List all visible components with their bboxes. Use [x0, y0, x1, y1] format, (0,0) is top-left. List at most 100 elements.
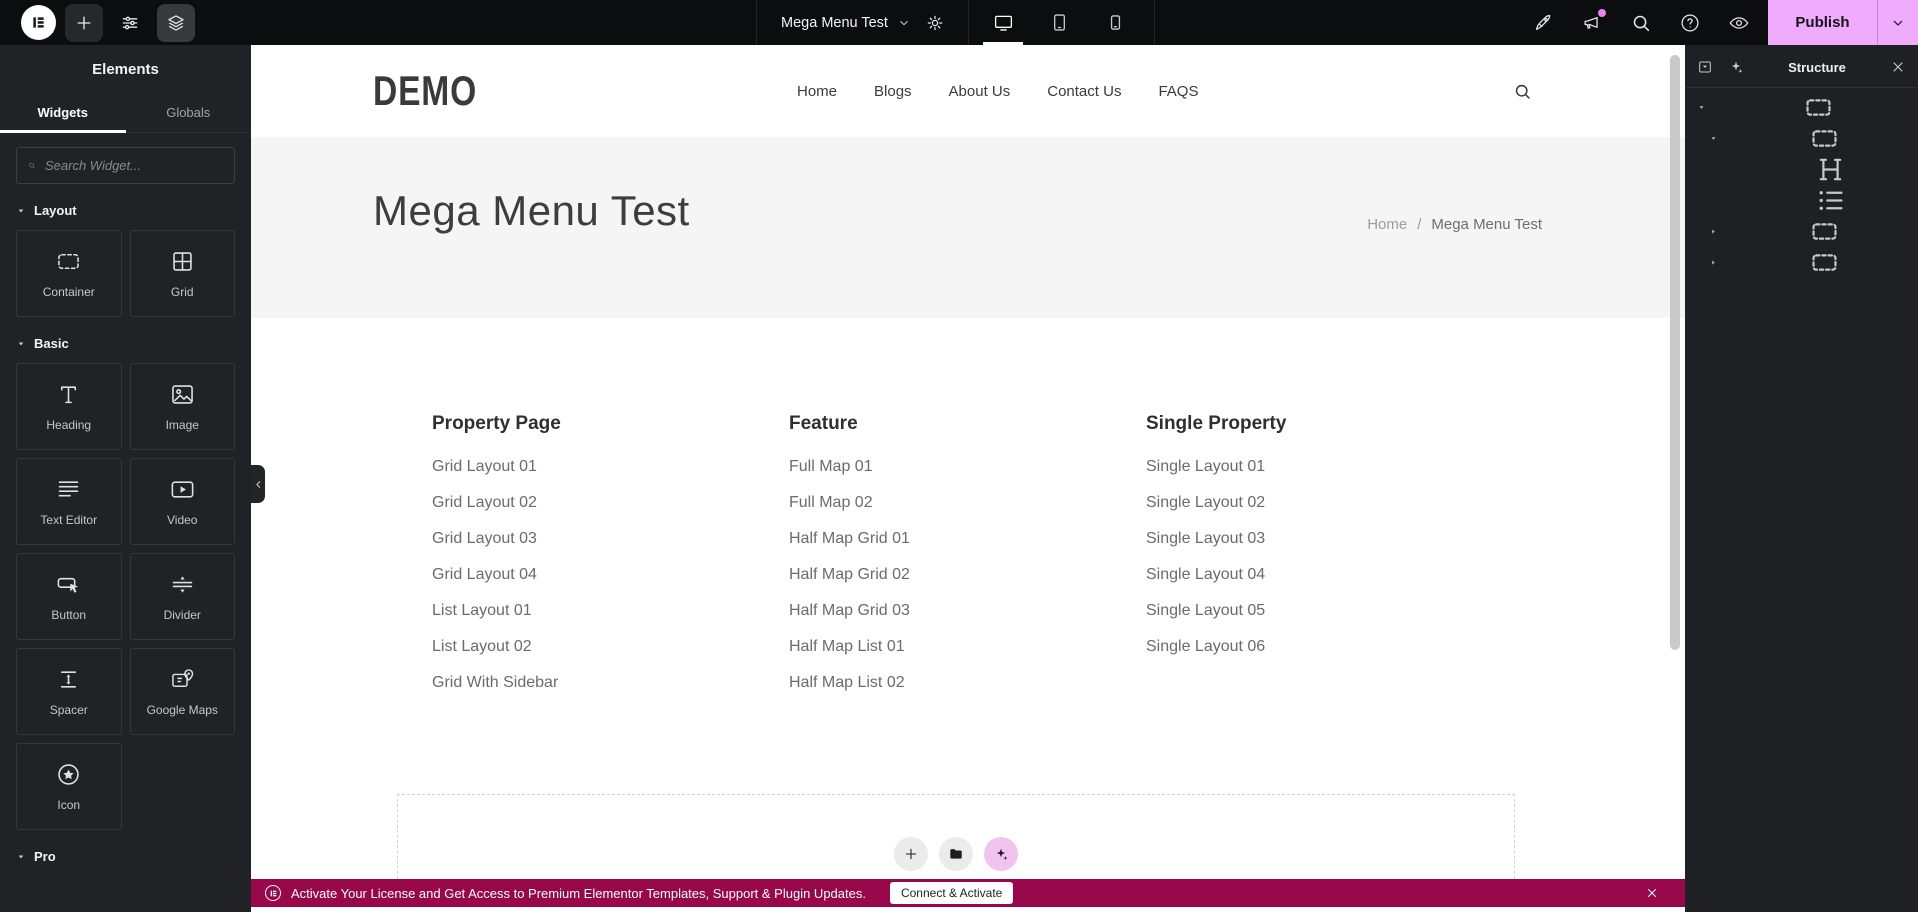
- desktop-icon: [993, 12, 1014, 33]
- section-header-layout[interactable]: Layout: [16, 203, 235, 218]
- widget-card-grid[interactable]: Grid: [130, 230, 236, 317]
- mega-menu-item-grid-with-sidebar[interactable]: Grid With Sidebar: [432, 665, 789, 701]
- document-switcher[interactable]: Mega Menu Test: [766, 0, 926, 45]
- mega-menu-item-single-layout-05[interactable]: Single Layout 05: [1146, 593, 1503, 629]
- widget-card-button[interactable]: Button: [16, 553, 122, 640]
- mega-menu-item-single-layout-03[interactable]: Single Layout 03: [1146, 521, 1503, 557]
- mega-menu-item-list-layout-02[interactable]: List Layout 02: [432, 629, 789, 665]
- widget-sections: Layout Container Grid Basic Heading Image Text…: [0, 203, 251, 864]
- structure-close-icon[interactable]: [1890, 59, 1906, 75]
- widget-grid: Heading Image Text Editor Video ButtonDivide…: [16, 363, 235, 830]
- section-header-pro[interactable]: Pro: [16, 849, 235, 864]
- section-label: Basic: [34, 336, 69, 351]
- mega-column-title: Property Page: [432, 413, 789, 435]
- mega-column-title: Feature: [789, 413, 1146, 435]
- widget-card-google-maps[interactable]: Google Maps: [130, 648, 236, 735]
- mega-menu-item-half-map-grid-01[interactable]: Half Map Grid 01: [789, 521, 1146, 557]
- help-icon[interactable]: [1679, 12, 1701, 34]
- widget-card-container[interactable]: Container: [16, 230, 122, 317]
- publish-options-button[interactable]: [1878, 0, 1918, 45]
- mega-menu-item-half-map-grid-03[interactable]: Half Map Grid 03: [789, 593, 1146, 629]
- mega-menu-item-list-layout-01[interactable]: List Layout 01: [432, 593, 789, 629]
- mega-menu-item-full-map-02[interactable]: Full Map 02: [789, 485, 1146, 521]
- header-search-icon[interactable]: [1513, 82, 1532, 101]
- structure-toggle-button[interactable]: [157, 4, 195, 42]
- widget-card-text-editor[interactable]: Text Editor: [16, 458, 122, 545]
- divider-icon: [169, 571, 196, 598]
- site-settings-button[interactable]: [111, 4, 149, 42]
- tree-row-heading[interactable]: HeadingHAE: [1685, 154, 1918, 185]
- caret-down-icon[interactable]: [1697, 103, 1706, 112]
- mega-menu-item-single-layout-06[interactable]: Single Layout 06: [1146, 629, 1503, 665]
- panel-collapse-handle[interactable]: [251, 465, 265, 503]
- notification-close-icon[interactable]: [1645, 886, 1659, 900]
- mega-menu-item-half-map-grid-02[interactable]: Half Map Grid 02: [789, 557, 1146, 593]
- elementor-logo[interactable]: [21, 5, 56, 40]
- add-element-button[interactable]: [65, 4, 103, 42]
- device-desktop-button[interactable]: [986, 0, 1020, 45]
- tree-row-container[interactable]: Container: [1685, 123, 1918, 154]
- widget-label: Image: [166, 418, 199, 432]
- device-tablet-button[interactable]: [1042, 0, 1076, 45]
- launchpad-rocket-icon[interactable]: [1532, 12, 1554, 34]
- nav-item-about-us[interactable]: About Us: [949, 83, 1011, 100]
- tree-row-container[interactable]: Container: [1685, 216, 1918, 247]
- tab-widgets[interactable]: Widgets: [0, 93, 126, 132]
- mega-column-property-page: Property PageGrid Layout 01Grid Layout 0…: [432, 413, 789, 701]
- document-name: Mega Menu Test: [781, 15, 888, 31]
- notification-message: Activate Your License and Get Access to …: [291, 886, 866, 901]
- preview-eye-icon[interactable]: [1728, 12, 1750, 34]
- section-pro: Pro: [0, 849, 251, 864]
- whats-new-megaphone-icon[interactable]: [1581, 12, 1603, 34]
- mega-menu-item-grid-layout-02[interactable]: Grid Layout 02: [432, 485, 789, 521]
- widget-card-spacer[interactable]: Spacer: [16, 648, 122, 735]
- widget-card-image[interactable]: Image: [130, 363, 236, 450]
- widget-label: Video: [167, 513, 197, 527]
- nav-item-contact-us[interactable]: Contact Us: [1047, 83, 1121, 100]
- mega-menu-item-grid-layout-03[interactable]: Grid Layout 03: [432, 521, 789, 557]
- tree-row-list-icon[interactable]: List IconHAE: [1685, 185, 1918, 216]
- mega-menu-item-single-layout-04[interactable]: Single Layout 04: [1146, 557, 1503, 593]
- breadcrumb-home-link[interactable]: Home: [1367, 216, 1407, 233]
- close-glyph: [1645, 886, 1659, 900]
- section-layout: Layout Container Grid: [0, 203, 251, 317]
- widget-card-icon[interactable]: Icon: [16, 743, 122, 830]
- caret-right-icon[interactable]: [1709, 258, 1718, 267]
- tree-row-container[interactable]: Container: [1685, 247, 1918, 278]
- publish-button[interactable]: Publish: [1768, 0, 1877, 45]
- text-editor-icon: [55, 476, 82, 503]
- gear-icon: [925, 13, 945, 33]
- search-input[interactable]: [45, 158, 223, 173]
- ai-sparkles-icon[interactable]: [1728, 59, 1744, 75]
- site-logo[interactable]: DEMO: [373, 67, 477, 115]
- caret-down-icon[interactable]: [1709, 134, 1718, 143]
- connect-activate-button[interactable]: Connect & Activate: [890, 882, 1013, 904]
- mega-menu-item-half-map-list-01[interactable]: Half Map List 01: [789, 629, 1146, 665]
- finder-search-icon[interactable]: [1630, 12, 1652, 34]
- add-widget-button[interactable]: [894, 837, 928, 871]
- device-mobile-button[interactable]: [1098, 0, 1132, 45]
- mega-menu-item-full-map-01[interactable]: Full Map 01: [789, 449, 1146, 485]
- widget-label: Grid: [171, 285, 194, 299]
- caret-right-icon[interactable]: [1709, 227, 1718, 236]
- template-library-button[interactable]: [939, 837, 973, 871]
- mega-menu-item-single-layout-01[interactable]: Single Layout 01: [1146, 449, 1503, 485]
- tab-globals[interactable]: Globals: [126, 93, 252, 132]
- dock-icon[interactable]: [1697, 59, 1713, 75]
- mega-menu-item-single-layout-02[interactable]: Single Layout 02: [1146, 485, 1503, 521]
- widget-card-divider[interactable]: Divider: [130, 553, 236, 640]
- tree-row-container[interactable]: Container: [1685, 92, 1918, 123]
- ai-builder-button[interactable]: [984, 837, 1018, 871]
- page-settings-button[interactable]: [916, 4, 954, 42]
- nav-item-home[interactable]: Home: [797, 83, 837, 100]
- nav-item-faqs[interactable]: FAQS: [1158, 83, 1198, 100]
- canvas-scrollbar[interactable]: [1670, 55, 1680, 650]
- mega-menu-item-grid-layout-04[interactable]: Grid Layout 04: [432, 557, 789, 593]
- nav-item-blogs[interactable]: Blogs: [874, 83, 912, 100]
- section-label: Pro: [34, 849, 56, 864]
- widget-card-video[interactable]: Video: [130, 458, 236, 545]
- mega-menu-item-half-map-list-02[interactable]: Half Map List 02: [789, 665, 1146, 701]
- widget-card-heading[interactable]: Heading: [16, 363, 122, 450]
- section-header-basic[interactable]: Basic: [16, 336, 235, 351]
- mega-menu-item-grid-layout-01[interactable]: Grid Layout 01: [432, 449, 789, 485]
